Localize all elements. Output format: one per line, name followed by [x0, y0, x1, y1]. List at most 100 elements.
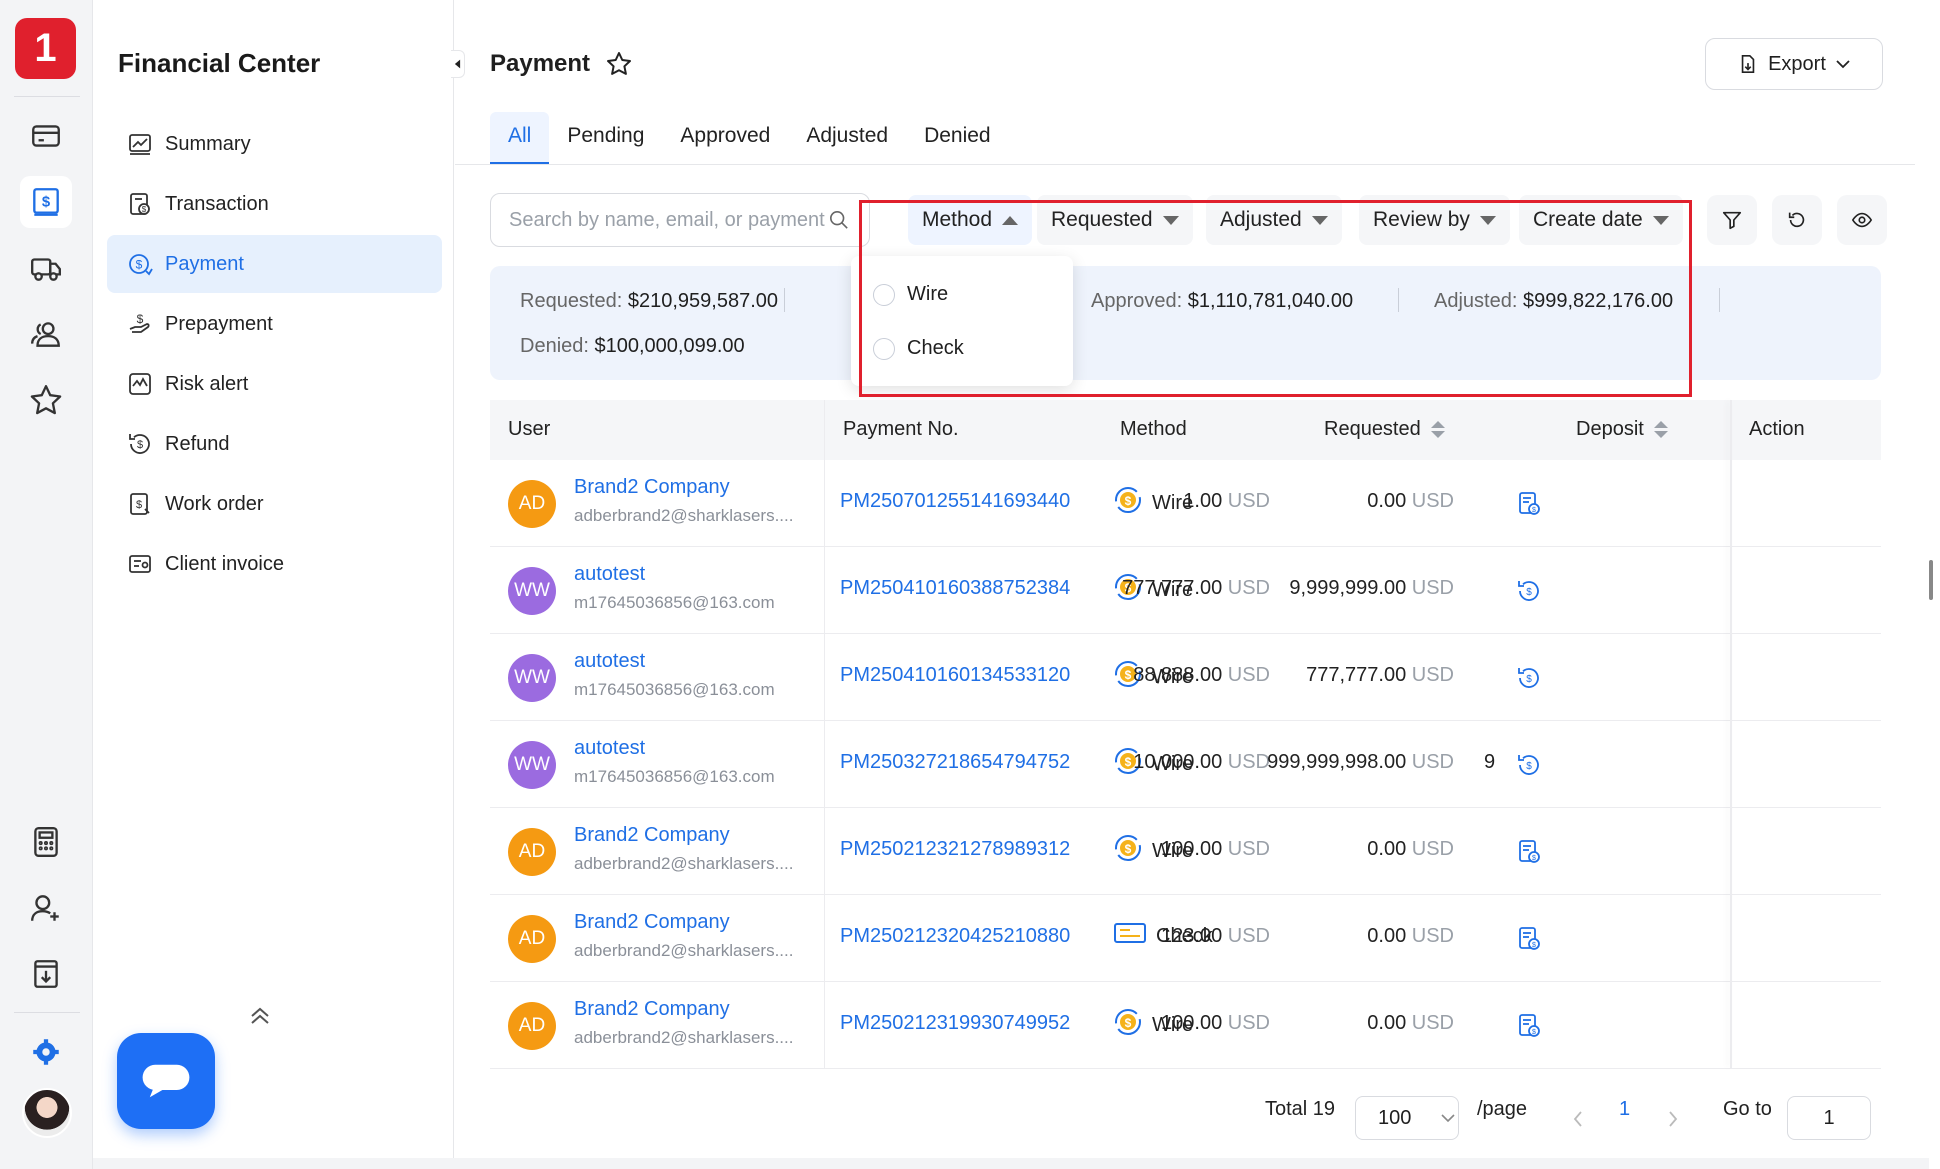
radio-button[interactable]	[873, 283, 895, 306]
chat-button[interactable]	[117, 1033, 215, 1129]
prev-page-icon[interactable]	[1572, 1110, 1584, 1128]
filter-review-by[interactable]: Review by	[1359, 195, 1510, 245]
svg-text:$: $	[1125, 755, 1132, 769]
nav-item-label: Client invoice	[165, 552, 284, 575]
payment-no-link[interactable]: PM250327218654794752	[840, 751, 1070, 774]
table-row[interactable]: AD Brand2 Company adberbrand2@sharklasers.…	[490, 982, 1881, 1069]
user-name-link[interactable]: autotest	[574, 650, 645, 673]
option-wire[interactable]: Wire	[873, 283, 948, 306]
col-requested[interactable]: Requested	[1324, 418, 1445, 441]
chevron-up-icon[interactable]	[245, 1000, 275, 1030]
receipt-icon[interactable]: $	[1515, 490, 1543, 518]
user-name-link[interactable]: Brand2 Company	[574, 911, 730, 934]
user-name-link[interactable]: autotest	[574, 737, 645, 760]
dollar-doc-icon[interactable]: $	[20, 176, 72, 228]
goto-input[interactable]: 1	[1787, 1096, 1871, 1140]
nav-item-summary[interactable]: Summary	[107, 115, 442, 173]
nav-item-client-invoice[interactable]: Client invoice	[107, 535, 442, 593]
bottom-scroll-track[interactable]	[93, 1158, 1929, 1169]
user-name-link[interactable]: autotest	[574, 563, 645, 586]
col-user: User	[508, 418, 551, 440]
table-row[interactable]: AD Brand2 Company adberbrand2@sharklasers.…	[490, 808, 1881, 895]
table-row[interactable]: WW autotest m17645036856@163.com PM25041016…	[490, 547, 1881, 634]
table-row[interactable]: AD Brand2 Company adberbrand2@sharklasers.…	[490, 895, 1881, 982]
page-number-current[interactable]: 1	[1619, 1098, 1630, 1121]
user-name-link[interactable]: Brand2 Company	[574, 476, 730, 499]
table-row[interactable]: WW autotest m17645036856@163.com PM25041016…	[490, 634, 1881, 721]
search-icon[interactable]	[829, 210, 849, 230]
nav-title: Financial Center	[118, 48, 321, 78]
calculator-icon[interactable]	[20, 816, 72, 868]
nav-item-label: Work order	[165, 492, 264, 515]
truck-icon[interactable]	[20, 242, 72, 294]
filter-requested[interactable]: Requested	[1037, 195, 1193, 245]
user-name-link[interactable]: Brand2 Company	[574, 824, 730, 847]
nav-item-label: Payment	[165, 252, 244, 275]
settings-icon[interactable]	[20, 1026, 72, 1078]
user-add-icon[interactable]	[20, 882, 72, 934]
download-box-icon[interactable]	[20, 948, 72, 1000]
review-dollar-icon[interactable]: $	[1515, 577, 1543, 605]
card-icon[interactable]	[20, 110, 72, 162]
tab-all[interactable]: All	[490, 112, 550, 165]
option-label: Wire	[907, 283, 949, 305]
next-page-icon[interactable]	[1667, 1110, 1679, 1128]
method-cell: $ Wire	[1114, 486, 1193, 520]
filter-adjusted[interactable]: Adjusted	[1206, 195, 1342, 245]
caret-down-icon	[1652, 215, 1669, 225]
export-button[interactable]: Export	[1705, 38, 1883, 90]
payment-no-link[interactable]: PM250212320425210880	[840, 925, 1070, 948]
nav-item-refund[interactable]: $ Refund	[107, 415, 442, 473]
table-row[interactable]: WW autotest m17645036856@163.com PM25032721…	[490, 721, 1881, 808]
review-dollar-icon[interactable]: $	[1515, 664, 1543, 692]
search-box[interactable]	[490, 193, 870, 247]
filter-create-date[interactable]: Create date	[1519, 195, 1683, 245]
wire-icon: $	[1114, 834, 1142, 868]
col-deposit[interactable]: Deposit	[1576, 418, 1668, 441]
star-icon[interactable]	[20, 374, 72, 426]
sort-icon[interactable]	[1653, 421, 1668, 438]
receipt-icon[interactable]: $	[1515, 1012, 1543, 1040]
tab-adjusted[interactable]: Adjusted	[788, 112, 906, 164]
app-logo[interactable]: 1	[15, 18, 76, 79]
reset-button[interactable]	[1772, 195, 1822, 245]
table-row[interactable]: AD Brand2 Company adberbrand2@sharklasers.…	[490, 460, 1881, 547]
radio-button[interactable]	[873, 337, 895, 360]
nav-item-work-order[interactable]: $ Work order	[107, 475, 442, 533]
payment-no-link[interactable]: PM250212319930749952	[840, 1012, 1070, 1035]
status-tabs: All Pending Approved Adjusted Denied	[490, 112, 1009, 165]
svg-text:$: $	[1532, 942, 1536, 949]
view-columns-button[interactable]	[1837, 195, 1887, 245]
payment-no-link[interactable]: PM250410160388752384	[840, 577, 1070, 600]
funnel-filter-button[interactable]	[1707, 195, 1757, 245]
page-size-select[interactable]: 100	[1355, 1096, 1459, 1140]
filter-method[interactable]: Method	[908, 195, 1033, 245]
deposit-amount: 9,999,999.00 USD	[1289, 577, 1454, 599]
favorite-star-icon[interactable]	[605, 50, 633, 78]
review-dollar-icon[interactable]: $	[1515, 751, 1543, 779]
summary-divider	[1719, 288, 1720, 312]
pagination-total: Total 19	[1265, 1098, 1336, 1120]
search-input[interactable]	[509, 208, 829, 232]
tab-approved[interactable]: Approved	[662, 112, 788, 164]
nav-item-payment[interactable]: $ Payment	[107, 235, 442, 293]
user-name-link[interactable]: Brand2 Company	[574, 998, 730, 1021]
tab-pending[interactable]: Pending	[549, 112, 662, 164]
nav-item-prepayment[interactable]: $ Prepayment	[107, 295, 442, 353]
user-avatar[interactable]	[22, 1088, 72, 1138]
svg-text:$: $	[137, 439, 143, 451]
receipt-icon[interactable]: $	[1515, 925, 1543, 953]
svg-text:$: $	[1125, 494, 1132, 508]
user-email: adberbrand2@sharklasers....	[574, 506, 794, 525]
sort-icon[interactable]	[1430, 421, 1445, 438]
tab-denied[interactable]: Denied	[906, 112, 1009, 164]
payment-no-link[interactable]: PM250212321278989312	[840, 838, 1070, 861]
users-icon[interactable]	[20, 308, 72, 360]
scrollbar-handle[interactable]	[1929, 560, 1933, 600]
option-check[interactable]: Check	[873, 337, 964, 360]
nav-item-risk-alert[interactable]: Risk alert	[107, 355, 442, 413]
receipt-icon[interactable]: $	[1515, 838, 1543, 866]
nav-item-transaction[interactable]: $ Transaction	[107, 175, 442, 233]
payment-no-link[interactable]: PM250410160134533120	[840, 664, 1070, 687]
payment-no-link[interactable]: PM250701255141693440	[840, 490, 1070, 513]
